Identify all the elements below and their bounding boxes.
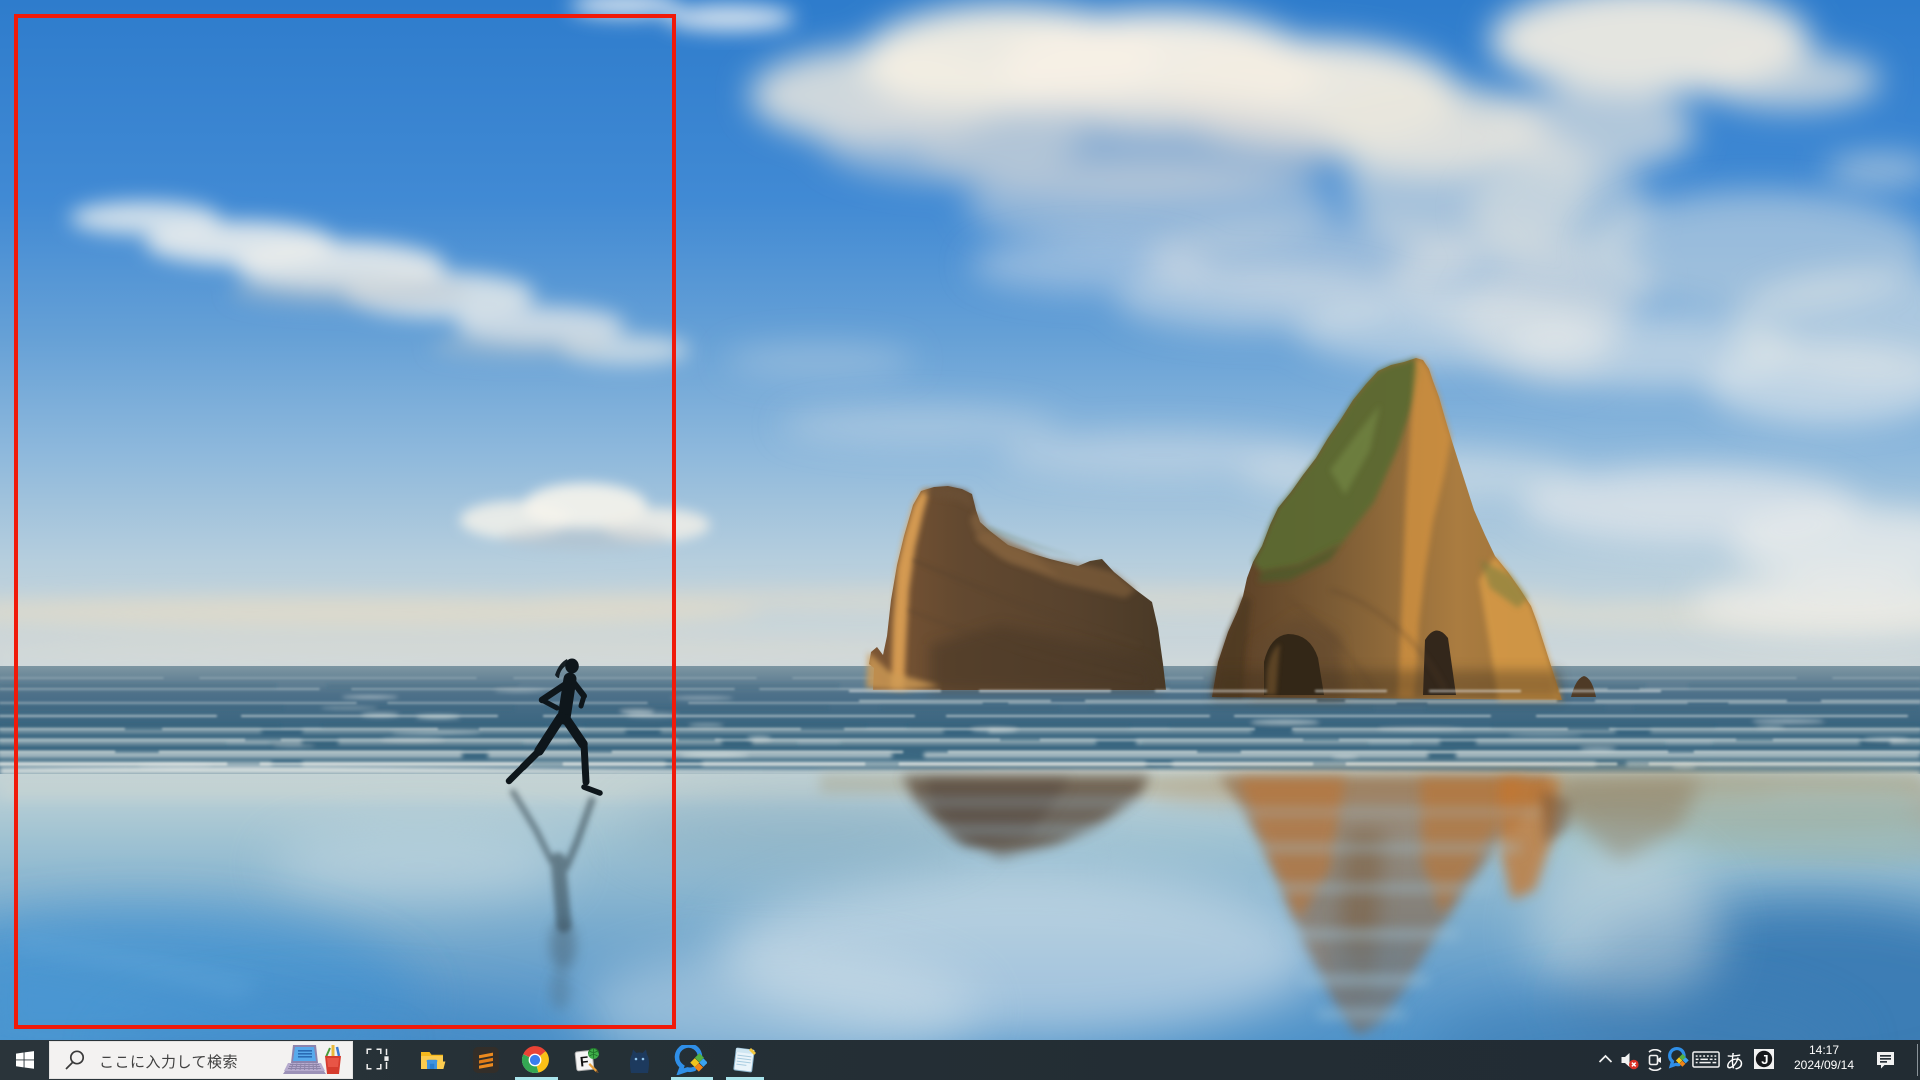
- svg-text:J: J: [1761, 1052, 1768, 1067]
